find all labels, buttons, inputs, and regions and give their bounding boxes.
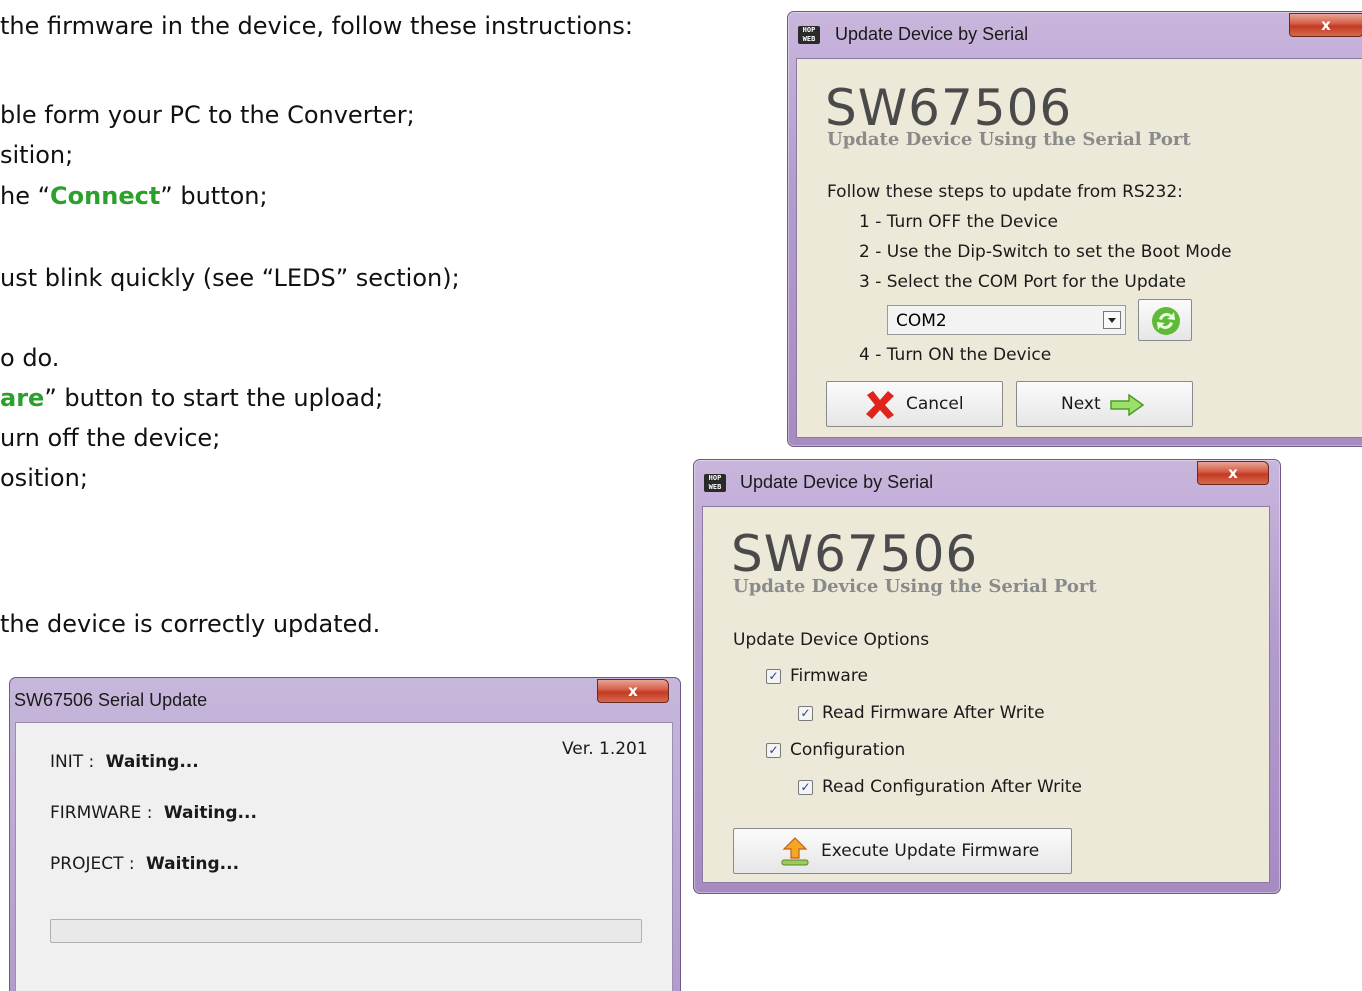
com-port-value: COM2 — [896, 311, 947, 331]
update-device-by-serial-window-2: HOP WEB Update Device by Serial x SW6750… — [693, 459, 1281, 894]
sw67506-serial-update-window: SW67506 Serial Update x Ver. 1.201 INIT … — [9, 677, 681, 991]
chevron-down-icon[interactable] — [1103, 311, 1121, 329]
steps-intro: Follow these steps to update from RS232: — [827, 182, 1183, 202]
window-client-area: SW67506 Update Device Using the Serial P… — [702, 506, 1270, 883]
progress-bar — [50, 919, 642, 943]
project-row: PROJECT : Waiting... — [50, 854, 239, 874]
doc-line-10: the device is correctly updated. — [0, 610, 381, 638]
product-title: SW67506 — [731, 525, 979, 583]
version-label: Ver. 1.201 — [562, 739, 648, 759]
read-configuration-option-label: Read Configuration After Write — [822, 777, 1082, 797]
refresh-com-ports-button[interactable] — [1138, 299, 1192, 341]
refresh-icon — [1150, 305, 1182, 342]
init-status: Waiting... — [105, 752, 199, 772]
product-subtitle: Update Device Using the Serial Port — [733, 576, 1097, 597]
read-firmware-checkbox[interactable]: ✓ — [798, 706, 813, 721]
doc-line-7: are” button to start the upload; — [0, 384, 384, 412]
read-firmware-option-label: Read Firmware After Write — [822, 703, 1045, 723]
doc-line-8: urn off the device; — [0, 424, 221, 452]
window-title: Update Device by Serial — [740, 472, 934, 492]
title-bar[interactable]: HOP WEB Update Device by Serial x — [788, 12, 1362, 56]
doc-line-4: he “Connect” button; — [0, 182, 268, 210]
firmware-row: FIRMWARE : Waiting... — [50, 803, 257, 823]
close-button[interactable]: x — [1197, 461, 1269, 485]
configuration-option-label: Configuration — [790, 740, 906, 760]
firmware-option-label: Firmware — [790, 666, 868, 686]
doc-line-6: o do. — [0, 344, 60, 372]
step-4: 4 - Turn ON the Device — [859, 345, 1052, 365]
read-configuration-checkbox[interactable]: ✓ — [798, 780, 813, 795]
product-subtitle: Update Device Using the Serial Port — [827, 129, 1191, 150]
close-button[interactable]: x — [597, 679, 669, 703]
window-client-area: Ver. 1.201 INIT : Waiting... FIRMWARE : … — [15, 722, 673, 991]
title-bar[interactable]: SW67506 Serial Update x — [10, 678, 680, 722]
step-2: 2 - Use the Dip-Switch to set the Boot M… — [859, 242, 1232, 262]
configuration-checkbox[interactable]: ✓ — [766, 743, 781, 758]
firmware-label: FIRMWARE : — [50, 803, 153, 823]
next-label: Next — [1061, 394, 1101, 414]
connect-highlight: Connect — [50, 182, 161, 210]
app-icon: HOP WEB — [798, 26, 820, 44]
firmware-checkbox[interactable]: ✓ — [766, 669, 781, 684]
update-device-by-serial-window-1: HOP WEB Update Device by Serial x SW6750… — [787, 11, 1362, 447]
app-icon: HOP WEB — [704, 474, 726, 492]
close-button[interactable]: x — [1289, 13, 1362, 37]
doc-line-5: ust blink quickly (see “LEDS” section); — [0, 264, 460, 292]
window-title: SW67506 Serial Update — [14, 690, 208, 710]
com-port-select[interactable]: COM2 — [887, 305, 1126, 335]
init-label: INIT : — [50, 752, 95, 772]
window-client-area: SW67506 Update Device Using the Serial P… — [796, 58, 1362, 438]
window-title: Update Device by Serial — [835, 24, 1029, 44]
product-title: SW67506 — [825, 79, 1073, 137]
step-3: 3 - Select the COM Port for the Update — [859, 272, 1186, 292]
cancel-x-icon — [863, 388, 897, 427]
doc-line-3: sition; — [0, 141, 74, 169]
project-status: Waiting... — [146, 854, 240, 874]
firmware-status: Waiting... — [163, 803, 257, 823]
cancel-label: Cancel — [906, 394, 964, 414]
cancel-button[interactable]: Cancel — [826, 381, 1003, 427]
step-1: 1 - Turn OFF the Device — [859, 212, 1058, 232]
arrow-right-icon — [1109, 393, 1145, 421]
doc-line-2: ble form your PC to the Converter; — [0, 101, 415, 129]
project-label: PROJECT : — [50, 854, 135, 874]
next-button[interactable]: Next — [1016, 381, 1193, 427]
upload-arrow-icon — [778, 836, 812, 873]
execute-update-firmware-button[interactable]: Execute Update Firmware — [733, 828, 1072, 874]
title-bar[interactable]: HOP WEB Update Device by Serial x — [694, 460, 1280, 504]
options-heading: Update Device Options — [733, 630, 930, 650]
doc-line-1: the firmware in the device, follow these… — [0, 12, 633, 40]
init-row: INIT : Waiting... — [50, 752, 199, 772]
doc-line-9: osition; — [0, 464, 88, 492]
firmware-highlight: are — [0, 384, 45, 412]
execute-label: Execute Update Firmware — [821, 841, 1040, 861]
